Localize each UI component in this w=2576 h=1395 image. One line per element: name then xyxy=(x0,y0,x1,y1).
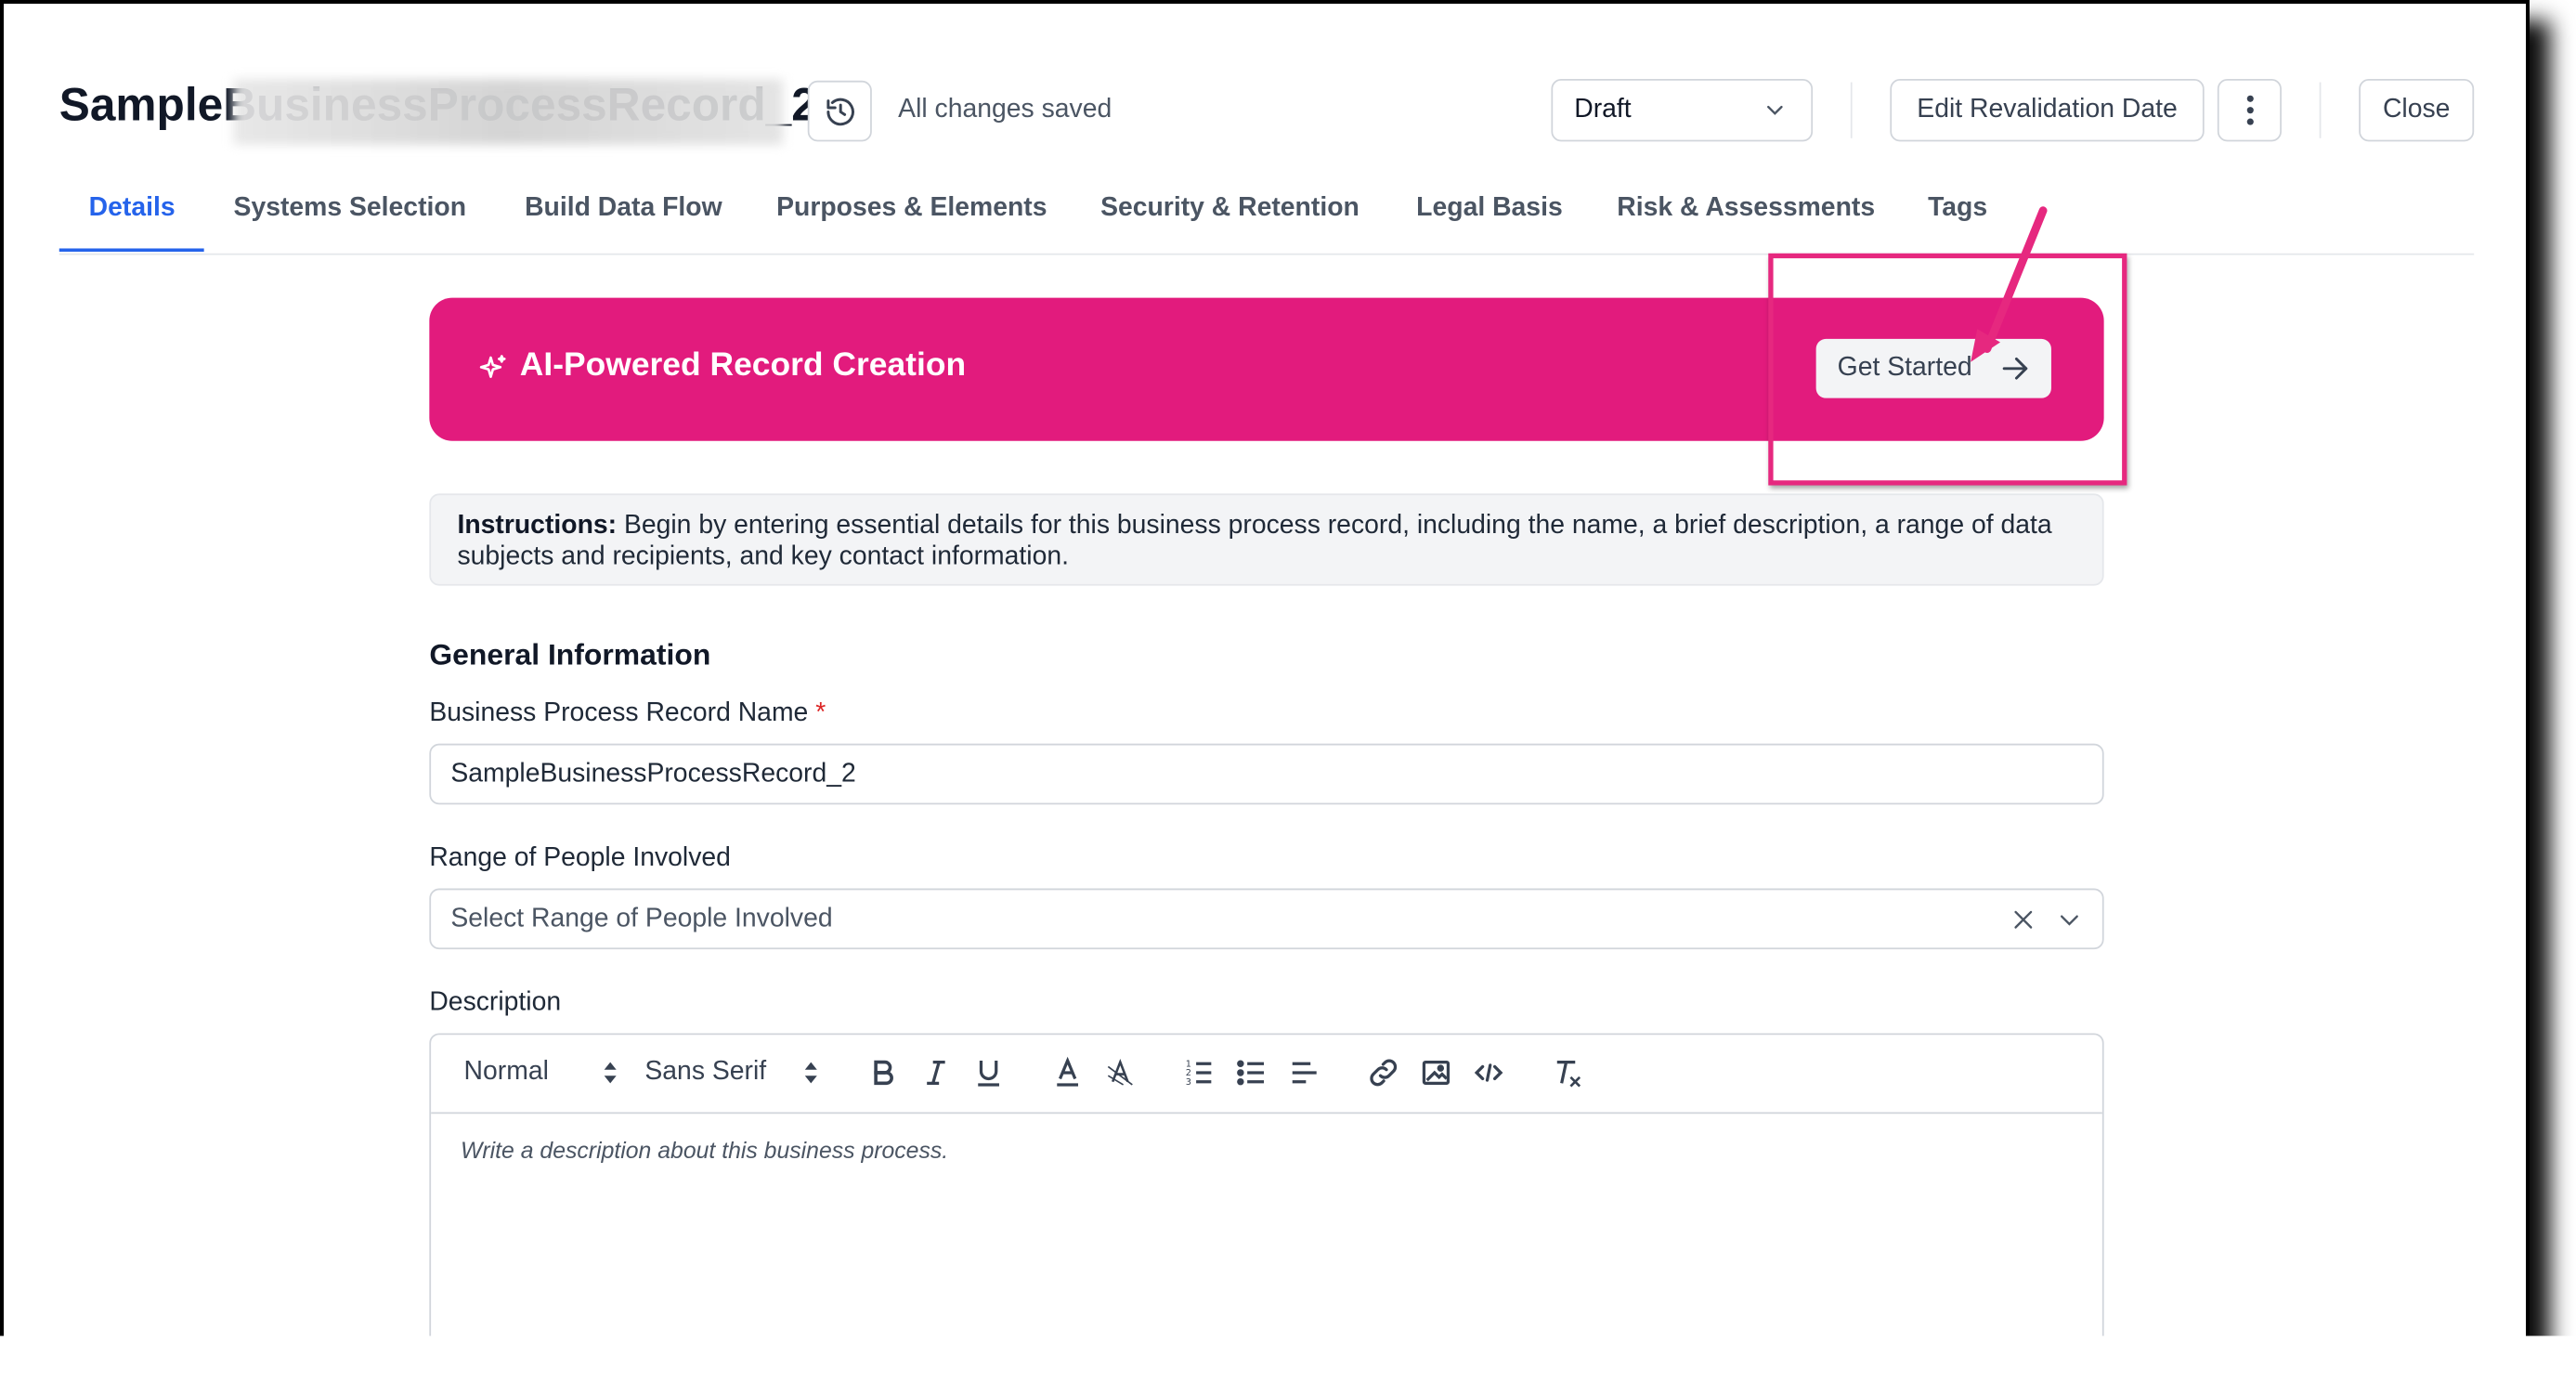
select-arrows-icon xyxy=(804,1062,817,1084)
instructions-label: Instructions: xyxy=(457,511,618,541)
link-icon[interactable] xyxy=(1365,1054,1401,1090)
edit-revalidation-date-button[interactable]: Edit Revalidation Date xyxy=(1890,79,2205,142)
description-placeholder[interactable]: Write a description about this business … xyxy=(461,1137,948,1163)
app-page: SampleBusinessProcessRecord_2 All change… xyxy=(0,0,2576,1395)
tab-systems-selection[interactable]: Systems Selection xyxy=(234,194,466,224)
tab-purposes-elements[interactable]: Purposes & Elements xyxy=(776,194,1047,224)
kebab-menu-icon xyxy=(2245,95,2253,125)
chevron-down-icon[interactable] xyxy=(2056,906,2082,932)
ordered-list-icon[interactable]: 123 xyxy=(1181,1054,1217,1090)
code-icon[interactable] xyxy=(1471,1054,1507,1090)
history-button[interactable] xyxy=(807,80,872,142)
clear-icon[interactable] xyxy=(2010,906,2036,932)
tab-legal-basis[interactable]: Legal Basis xyxy=(1416,194,1563,224)
header-divider xyxy=(1850,82,1853,138)
more-options-button[interactable] xyxy=(2217,79,2282,142)
tab-details[interactable]: Details xyxy=(89,194,176,224)
section-title: General Information xyxy=(429,638,711,671)
text-color-icon[interactable] xyxy=(1049,1054,1086,1090)
range-placeholder: Select Range of People Involved xyxy=(450,904,833,932)
history-icon xyxy=(826,97,854,125)
svg-text:3: 3 xyxy=(1186,1077,1191,1088)
bullet-list-icon[interactable] xyxy=(1234,1054,1270,1090)
sparkle-icon xyxy=(479,355,506,378)
page-cutoff xyxy=(0,1336,2576,1395)
title-redaction xyxy=(233,79,784,145)
ai-banner-title: AI-Powered Record Creation xyxy=(519,346,967,384)
chevron-down-icon xyxy=(1767,105,1783,115)
tab-build-data-flow[interactable]: Build Data Flow xyxy=(525,194,722,224)
annotation-arrow-icon xyxy=(1971,206,2048,362)
tab-risk-assessments[interactable]: Risk & Assessments xyxy=(1617,194,1875,224)
highlight-color-icon[interactable] xyxy=(1102,1054,1138,1090)
italic-icon[interactable] xyxy=(917,1054,954,1090)
close-button[interactable]: Close xyxy=(2359,79,2475,142)
status-dropdown[interactable]: Draft xyxy=(1551,79,1814,142)
description-editor: Normal Sans Serif 123 Write a descriptio… xyxy=(429,1033,2104,1362)
tab-bar: Details Systems Selection Build Data Flo… xyxy=(59,177,2475,255)
editor-toolbar: Normal Sans Serif 123 xyxy=(431,1035,2102,1115)
range-label: Range of People Involved xyxy=(429,843,731,872)
image-icon[interactable] xyxy=(1418,1054,1454,1090)
underline-icon[interactable] xyxy=(970,1054,1007,1090)
align-icon[interactable] xyxy=(1286,1054,1322,1090)
instructions-panel: Instructions: Begin by entering essentia… xyxy=(429,493,2104,586)
name-label: Business Process Record Name * xyxy=(429,699,826,729)
heading-select[interactable]: Normal xyxy=(464,1058,549,1088)
range-select-controls xyxy=(2010,906,2083,932)
active-tab-indicator xyxy=(59,248,204,253)
header-divider xyxy=(2319,82,2322,138)
tab-security-retention[interactable]: Security & Retention xyxy=(1100,194,1360,224)
required-marker: * xyxy=(815,698,826,727)
status-value: Draft xyxy=(1574,95,1632,124)
name-label-text: Business Process Record Name xyxy=(429,698,809,727)
bold-icon[interactable] xyxy=(865,1054,902,1090)
save-status: All changes saved xyxy=(898,95,1112,124)
record-name-input[interactable]: SampleBusinessProcessRecord_2 xyxy=(429,743,2104,805)
select-arrows-icon xyxy=(604,1062,617,1084)
clear-formatting-icon[interactable] xyxy=(1550,1054,1586,1090)
description-label: Description xyxy=(429,988,562,1017)
font-select[interactable]: Sans Serif xyxy=(644,1058,766,1088)
instructions-text: Begin by entering essential details for … xyxy=(457,511,2052,571)
range-select[interactable]: Select Range of People Involved xyxy=(429,888,2104,950)
